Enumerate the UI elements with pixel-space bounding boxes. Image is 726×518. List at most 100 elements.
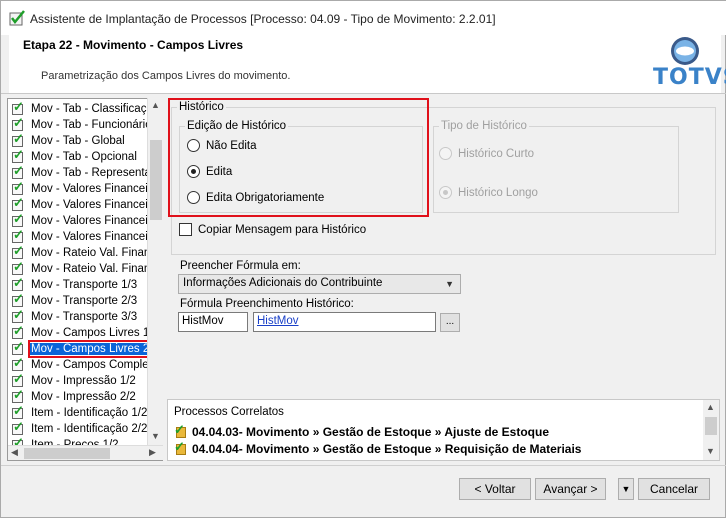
wizard-header: Etapa 22 - Movimento - Campos Livres Par… bbox=[9, 35, 726, 93]
copy-message-label: Copiar Mensagem para Histórico bbox=[198, 223, 367, 236]
browse-formula-button[interactable]: ... bbox=[440, 313, 460, 332]
footer-divider bbox=[1, 465, 726, 466]
related-scrollbar[interactable]: ▲ ▼ bbox=[703, 400, 719, 460]
scroll-left-icon[interactable]: ◀ bbox=[11, 447, 18, 458]
back-button[interactable]: < Voltar bbox=[459, 478, 531, 500]
copy-message-checkbox-box[interactable] bbox=[179, 223, 192, 236]
tree-item-label: Mov - Valores Financeiros bbox=[31, 199, 163, 211]
tree-item-label: Mov - Tab - Opcional bbox=[31, 151, 137, 163]
completed-check-icon: ✓ bbox=[12, 211, 24, 227]
tree-item-label: Mov - Impressão 1/2 bbox=[31, 375, 136, 387]
window-title: Assistente de Implantação de Processos [… bbox=[30, 12, 496, 26]
tree-item-label: Mov - Transporte 3/3 bbox=[31, 311, 138, 323]
radio-historico-curto-button[interactable] bbox=[439, 147, 452, 160]
totvs-logo: TOTVS bbox=[647, 35, 726, 93]
fill-formula-label: Preencher Fórmula em: bbox=[180, 260, 301, 272]
completed-check-icon: ✓ bbox=[12, 323, 24, 339]
tree-item[interactable]: ✓ Mov - Rateio Val. Financ bbox=[12, 244, 157, 261]
cancel-button[interactable]: Cancelar bbox=[638, 478, 710, 500]
history-formula-code-value: HistMov bbox=[182, 315, 224, 327]
scroll-up-icon[interactable]: ▲ bbox=[706, 402, 715, 412]
tree-item[interactable]: ✓ Mov - Impressão 2/2 bbox=[12, 387, 137, 405]
completed-check-icon: ✓ bbox=[12, 163, 24, 179]
options-dropdown-button[interactable]: ▼ bbox=[618, 478, 634, 500]
completed-check-icon: ✓ bbox=[12, 195, 24, 211]
title-bar: Assistente de Implantação de Processos [… bbox=[1, 1, 726, 35]
step-tree[interactable]: ✓ Mov - Tab - Classificação ✓ Mov - Tab - F… bbox=[7, 98, 163, 461]
completed-check-icon: ✓ bbox=[12, 227, 24, 243]
tree-item[interactable]: ✓ Mov - Tab - Classificação bbox=[12, 99, 160, 117]
chevron-down-icon: ▼ bbox=[621, 484, 631, 494]
completed-check-icon: ✓ bbox=[12, 275, 24, 291]
completed-check-icon: ✓ bbox=[12, 387, 24, 403]
tree-scroll-thumb[interactable] bbox=[150, 140, 162, 220]
related-process-code: 04.04.04 bbox=[192, 442, 239, 456]
tree-item-label: Mov - Tab - Global bbox=[31, 135, 125, 147]
radio-historico-longo-button[interactable] bbox=[439, 186, 452, 199]
related-scroll-thumb[interactable] bbox=[705, 417, 717, 435]
tree-hscroll-thumb[interactable] bbox=[24, 448, 110, 459]
tree-item-label: Mov - Rateio Val. Financ bbox=[31, 263, 157, 275]
scroll-up-icon[interactable]: ▲ bbox=[151, 100, 160, 110]
tree-item-label: Item - Identificação 2/2 bbox=[31, 423, 148, 435]
tree-item-label: Mov - Campos Livres 1/2 bbox=[31, 327, 159, 339]
completed-check-icon: ✓ bbox=[12, 179, 24, 195]
completed-check-icon: ✓ bbox=[12, 147, 24, 163]
history-formula-code-input[interactable]: HistMov bbox=[178, 312, 248, 332]
completed-check-icon: ✓ bbox=[12, 419, 24, 435]
radio-historico-curto[interactable]: Histórico Curto bbox=[439, 147, 534, 160]
tree-item[interactable]: ✓ Mov - Campos Complem bbox=[12, 355, 159, 373]
next-button[interactable]: Avançar > bbox=[535, 478, 606, 500]
completed-check-icon: ✓ bbox=[12, 355, 24, 371]
tree-item[interactable]: ✓ Mov - Transporte 3/3 bbox=[12, 307, 138, 325]
tree-item[interactable]: ✓ Mov - Valores Financeiros bbox=[12, 179, 163, 197]
history-formula-link-field[interactable]: HistMov bbox=[253, 312, 436, 332]
tree-item-label: Mov - Valores Financeiros bbox=[31, 183, 163, 195]
radio-historico-longo[interactable]: Histórico Longo bbox=[439, 186, 538, 199]
tree-item-label: Mov - Tab - Classificação bbox=[31, 103, 160, 115]
selected-step-highlight bbox=[28, 340, 150, 358]
history-formula-link[interactable]: HistMov bbox=[257, 315, 299, 327]
fill-formula-select[interactable]: Informações Adicionais do Contribuinte ▼ bbox=[178, 274, 461, 294]
tree-item[interactable]: ✓ Mov - Tab - Funcionário bbox=[12, 116, 153, 133]
completed-check-icon: ✓ bbox=[12, 307, 24, 323]
related-process-item[interactable]: ✓ 04.04.03 - Movimento » Gestão de Estoq… bbox=[174, 422, 549, 439]
tree-vertical-scrollbar[interactable]: ▲ ▼ bbox=[147, 98, 163, 445]
tree-item[interactable]: ✓ Mov - Valores Financeiros bbox=[12, 195, 163, 213]
completed-check-icon: ✓ bbox=[12, 403, 24, 419]
related-processes-title: Processos Correlatos bbox=[174, 406, 284, 418]
completed-check-icon: ✓ bbox=[12, 99, 24, 115]
history-type-title: Tipo de Histórico bbox=[439, 120, 529, 132]
tree-item-label: Mov - Campos Complem bbox=[31, 359, 159, 371]
tree-horizontal-scrollbar[interactable]: ◀ ▶ bbox=[8, 445, 163, 460]
tree-item[interactable]: ✓ Mov - Tab - Global bbox=[12, 131, 126, 149]
historico-highlight-frame bbox=[168, 98, 429, 217]
related-process-item[interactable]: ✓ 04.04.04 - Movimento » Gestão de Estoq… bbox=[174, 439, 581, 456]
tree-item[interactable]: ✓ Mov - Valores Financeiros bbox=[12, 227, 162, 245]
tree-item[interactable]: ✓ Mov - Tab - Opcional bbox=[12, 147, 138, 165]
completed-check-icon: ✓ bbox=[12, 131, 24, 147]
tree-item[interactable]: ✓ Mov - Impressão 1/2 bbox=[12, 371, 137, 389]
tree-item-label: Mov - Valores Financeiros bbox=[31, 215, 163, 227]
tree-item[interactable]: ✓ Mov - Transporte 2/3 bbox=[12, 292, 138, 309]
related-process-code: 04.04.03 bbox=[192, 425, 239, 439]
tree-item[interactable]: ✓ Mov - Rateio Val. Financ bbox=[12, 260, 157, 277]
completed-check-icon: ✓ bbox=[12, 371, 24, 387]
fill-formula-value: Informações Adicionais do Contribuinte bbox=[183, 277, 383, 289]
radio-historico-longo-label: Histórico Longo bbox=[458, 186, 538, 199]
tree-item[interactable]: ✓ Mov - Valores Financeiros bbox=[12, 211, 163, 229]
tree-item-label: Mov - Tab - Representante bbox=[31, 167, 163, 179]
scroll-down-icon[interactable]: ▼ bbox=[706, 446, 715, 456]
scroll-down-icon[interactable]: ▼ bbox=[151, 431, 160, 441]
tree-item-label: Mov - Transporte 1/3 bbox=[31, 279, 138, 291]
tree-item[interactable]: ✓ Item - Identificação 2/2 bbox=[12, 419, 148, 437]
related-processes-panel: Processos Correlatos ✓ 04.04.03 - Movime… bbox=[167, 399, 720, 461]
copy-message-checkbox[interactable]: Copiar Mensagem para Histórico bbox=[179, 223, 366, 236]
tree-item[interactable]: ✓ Mov - Tab - Representante bbox=[12, 163, 163, 181]
tree-item-label: Mov - Impressão 2/2 bbox=[31, 391, 136, 403]
tree-item[interactable]: ✓ Item - Identificação 1/2 bbox=[12, 403, 148, 421]
related-process-text: - Movimento » Gestão de Estoque » Ajuste… bbox=[238, 425, 549, 439]
tree-item[interactable]: ✓ Mov - Campos Livres 1/2 bbox=[12, 323, 160, 341]
scroll-right-icon[interactable]: ▶ bbox=[149, 447, 156, 458]
tree-item[interactable]: ✓ Mov - Transporte 1/3 bbox=[12, 275, 138, 293]
